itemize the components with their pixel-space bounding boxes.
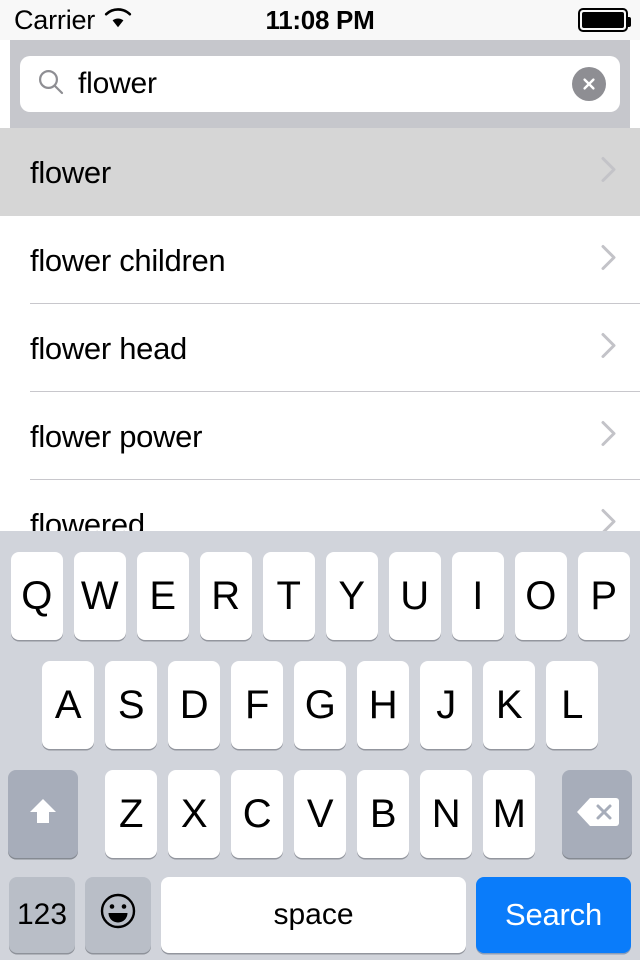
search-suggestions-list[interactable]: flower flower children flower head flowe… [0,128,640,531]
list-item-label: flower [30,154,111,190]
list-item-label: flowered [30,506,145,532]
numeric-mode-key[interactable]: 123 [9,877,75,953]
list-item[interactable]: flowered [0,480,640,531]
key-k[interactable]: K [483,661,535,749]
chevron-right-icon [600,155,618,190]
key-b[interactable]: B [357,770,409,858]
key-f[interactable]: F [231,661,283,749]
key-x[interactable]: X [168,770,220,858]
backspace-delete-icon [575,795,619,834]
search-submit-key[interactable]: Search [476,877,631,953]
chevron-right-icon [600,507,618,531]
chevron-right-icon [600,419,618,454]
delete-key[interactable] [562,770,632,858]
key-i[interactable]: I [451,552,504,640]
status-bar-right [578,0,631,40]
key-c[interactable]: C [231,770,283,858]
key-w[interactable]: W [73,552,126,640]
iphone-screen: Carrier 11:08 PM flower flower flower ch… [0,0,640,960]
key-l[interactable]: L [546,661,598,749]
key-v[interactable]: V [294,770,346,858]
shift-arrow-up-icon [24,793,62,836]
key-g[interactable]: G [294,661,346,749]
status-bar-clock: 11:08 PM [265,4,375,35]
chevron-right-icon [600,331,618,366]
key-d[interactable]: D [168,661,220,749]
list-item[interactable]: flower children [0,216,640,304]
keyboard-row-3: Z X C V B N M [0,765,640,863]
onscreen-keyboard[interactable]: Q W E R T Y U I O P A S D F G H J K L Z … [0,531,640,960]
key-h[interactable]: H [357,661,409,749]
list-item-label: flower head [30,330,187,366]
key-s[interactable]: S [105,661,157,749]
key-y[interactable]: Y [325,552,378,640]
smiley-face-icon [98,891,138,939]
search-input[interactable]: flower [20,56,620,112]
emoji-key[interactable] [85,877,151,953]
keyboard-row-2: A S D F G H J K L [0,656,640,754]
search-bar: flower [10,40,630,128]
key-t[interactable]: T [262,552,315,640]
key-r[interactable]: R [199,552,252,640]
key-j[interactable]: J [420,661,472,749]
keyboard-row-4: 123 space Search [0,874,640,956]
keyboard-letters-row-3: Z X C V B N M [105,770,535,858]
clear-icon[interactable] [572,67,606,101]
key-m[interactable]: M [483,770,535,858]
battery-icon [578,8,631,32]
space-key[interactable]: space [161,877,466,953]
search-icon [36,67,66,102]
key-o[interactable]: O [514,552,567,640]
key-n[interactable]: N [420,770,472,858]
key-q[interactable]: Q [10,552,63,640]
key-a[interactable]: A [42,661,94,749]
shift-key[interactable] [8,770,78,858]
status-bar: Carrier 11:08 PM [0,0,640,40]
list-item-label: flower children [30,242,226,278]
list-item[interactable]: flower power [0,392,640,480]
list-item-label: flower power [30,418,203,454]
chevron-right-icon [600,243,618,278]
list-item[interactable]: flower [0,128,640,216]
list-item[interactable]: flower head [0,304,640,392]
key-u[interactable]: U [388,552,441,640]
keyboard-row-1: Q W E R T Y U I O P [0,547,640,645]
search-input-value[interactable]: flower [78,67,572,101]
key-z[interactable]: Z [105,770,157,858]
key-e[interactable]: E [136,552,189,640]
key-p[interactable]: P [577,552,630,640]
